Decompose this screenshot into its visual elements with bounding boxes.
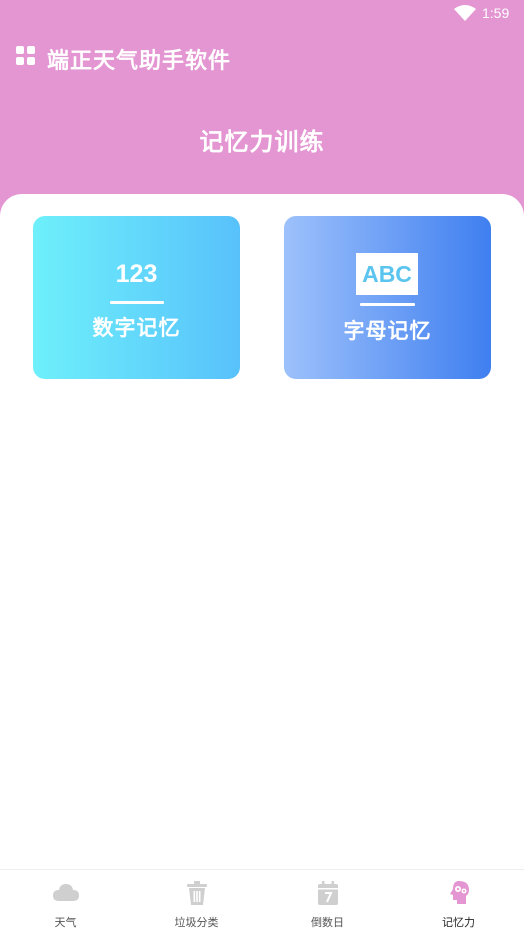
trash-icon bbox=[187, 881, 207, 905]
nav-label-garbage: 垃圾分类 bbox=[174, 916, 219, 929]
letter-memory-card[interactable]: ABC 字母记忆 bbox=[284, 216, 491, 379]
number-memory-card[interactable]: 123 数字记忆 bbox=[33, 216, 240, 379]
nav-item-weather[interactable]: 天气 bbox=[0, 870, 131, 931]
app-title: 端正天气助手软件 bbox=[47, 49, 232, 74]
number-underline bbox=[110, 301, 164, 304]
calendar-icon bbox=[318, 881, 338, 905]
letter-memory-label: 字母记忆 bbox=[343, 319, 432, 343]
nav-label-memory: 记忆力 bbox=[442, 916, 475, 929]
nav-label-weather: 天气 bbox=[54, 916, 77, 929]
nav-label-countdown: 倒数日 bbox=[311, 916, 344, 929]
menu-grid-icon[interactable] bbox=[16, 46, 37, 67]
letter-glyph-icon: ABC bbox=[356, 253, 418, 295]
page-title: 记忆力训练 bbox=[199, 128, 325, 156]
bottom-nav: 天气 垃圾分类 倒数日 记忆力 bbox=[0, 869, 524, 931]
number-glyph-icon: 123 bbox=[115, 260, 158, 288]
brain-icon bbox=[450, 881, 469, 904]
status-bar: 1:59 bbox=[0, 0, 524, 28]
letter-underline bbox=[360, 303, 415, 306]
nav-item-garbage[interactable]: 垃圾分类 bbox=[131, 870, 262, 931]
wifi-icon bbox=[454, 5, 476, 21]
cloud-icon bbox=[53, 884, 79, 901]
nav-item-memory[interactable]: 记忆力 bbox=[393, 870, 524, 931]
status-time: 1:59 bbox=[482, 5, 510, 21]
content-sheet: 123 数字记忆 ABC 字母记忆 bbox=[0, 194, 524, 869]
number-memory-label: 数字记忆 bbox=[92, 316, 181, 340]
nav-item-countdown[interactable]: 倒数日 bbox=[262, 870, 393, 931]
app-bar: 端正天气助手软件 bbox=[0, 38, 524, 78]
